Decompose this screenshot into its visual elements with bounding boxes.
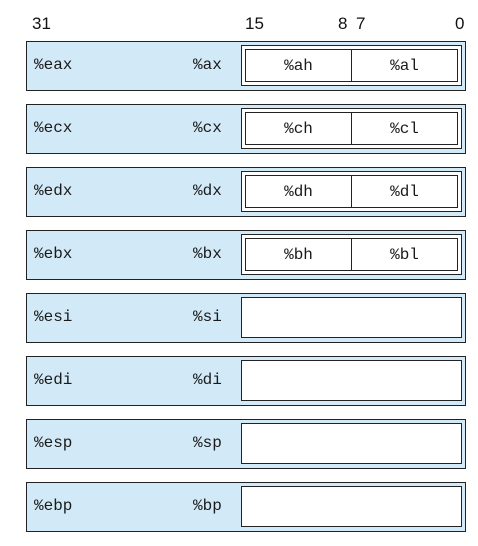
reg8-low-label: %bl xyxy=(351,239,457,270)
reg16-label: %sp xyxy=(193,434,222,452)
reg8-high-label: %dh xyxy=(284,182,313,201)
register-row-edi: %edi %di xyxy=(26,356,466,406)
reg32-label: %eax xyxy=(34,56,73,74)
bit-label-8: 8 xyxy=(338,14,348,33)
reg16-box: %bh %bl xyxy=(241,234,462,275)
reg16-box xyxy=(241,423,462,464)
reg8-high-label: %bh xyxy=(284,245,313,264)
reg32-label: %esp xyxy=(34,434,73,452)
reg16-box xyxy=(241,486,462,527)
register-row-ecx: %ecx %cx %ch %cl xyxy=(26,104,466,154)
register-row-eax: %eax %ax %ah %al xyxy=(26,41,466,91)
reg16-box: %dh %dl xyxy=(241,171,462,212)
reg8-box: %ah %al xyxy=(245,49,458,82)
reg16-box xyxy=(241,360,462,401)
reg16-box: %ch %cl xyxy=(241,108,462,149)
reg32-label: %ebp xyxy=(34,497,73,515)
reg16-box: %ah %al xyxy=(241,45,462,86)
reg8-high-label: %ch xyxy=(284,119,313,138)
reg8-low-label: %al xyxy=(351,50,457,81)
reg16-label: %cx xyxy=(193,119,222,137)
reg8-box: %ch %cl xyxy=(245,112,458,145)
reg16-label: %di xyxy=(193,371,222,389)
bit-label-0: 0 xyxy=(455,14,465,33)
reg16-label: %ax xyxy=(193,56,222,74)
reg16-label: %dx xyxy=(193,182,222,200)
reg32-label: %ebx xyxy=(34,245,73,263)
reg32-label: %ecx xyxy=(34,119,73,137)
reg32-label: %esi xyxy=(34,308,73,326)
reg8-box: %dh %dl xyxy=(245,175,458,208)
reg16-label: %bp xyxy=(193,497,222,515)
reg8-high-label: %ah xyxy=(284,56,313,75)
reg8-low-label: %cl xyxy=(351,113,457,144)
reg32-label: %edi xyxy=(34,371,73,389)
bit-label-31: 31 xyxy=(32,14,51,33)
reg16-box xyxy=(241,297,462,338)
reg32-label: %edx xyxy=(34,182,73,200)
bit-label-7: 7 xyxy=(356,14,366,33)
reg8-low-label: %dl xyxy=(351,176,457,207)
reg16-label: %si xyxy=(193,308,222,326)
bit-label-15: 15 xyxy=(245,14,264,33)
reg16-label: %bx xyxy=(193,245,222,263)
register-row-ebx: %ebx %bx %bh %bl xyxy=(26,230,466,280)
register-row-esi: %esi %si xyxy=(26,293,466,343)
reg8-box: %bh %bl xyxy=(245,238,458,271)
register-row-esp: %esp %sp xyxy=(26,419,466,469)
register-row-ebp: %ebp %bp xyxy=(26,482,466,532)
register-row-edx: %edx %dx %dh %dl xyxy=(26,167,466,217)
